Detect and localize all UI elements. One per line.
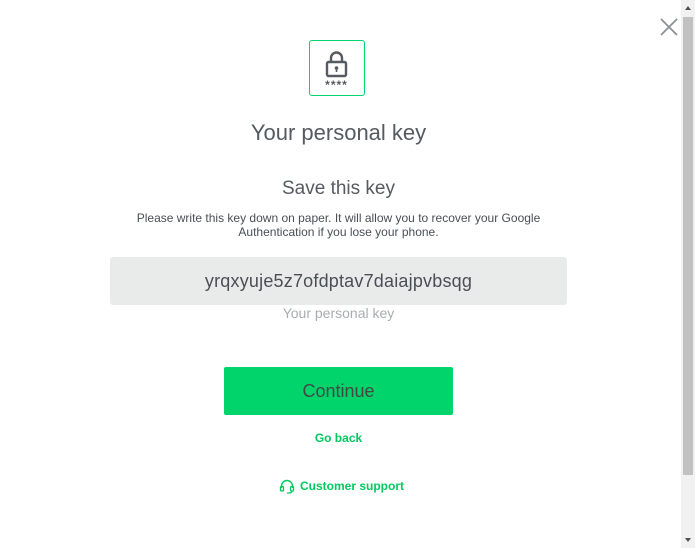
go-back-link[interactable]: Go back <box>0 431 677 445</box>
scroll-down-arrow[interactable] <box>681 532 695 548</box>
personal-key-field[interactable]: yrqxyuje5z7ofdptav7daiajpvbsqg <box>110 257 567 305</box>
lock-caption: **** <box>325 78 348 92</box>
continue-button[interactable]: Continue <box>224 367 453 415</box>
personal-key-dialog: **** Your personal key Save this key Ple… <box>0 0 695 548</box>
scroll-thumb[interactable] <box>683 17 693 475</box>
close-button[interactable] <box>659 17 679 37</box>
personal-key-value[interactable]: yrqxyuje5z7ofdptav7daiajpvbsqg <box>205 271 472 292</box>
instruction-text: Please write this key down on paper. It … <box>136 211 541 239</box>
customer-support-link[interactable]: Customer support <box>279 478 404 494</box>
personal-key-label: Your personal key <box>282 305 395 321</box>
section-subtitle: Save this key <box>282 178 395 199</box>
customer-support-label: Customer support <box>300 479 405 493</box>
lock-badge: **** <box>309 40 365 96</box>
page-title: Your personal key <box>250 120 427 145</box>
scroll-up-arrow[interactable] <box>681 0 695 16</box>
headset-icon <box>279 479 295 494</box>
vertical-scrollbar[interactable] <box>681 0 695 548</box>
close-icon <box>660 18 678 36</box>
